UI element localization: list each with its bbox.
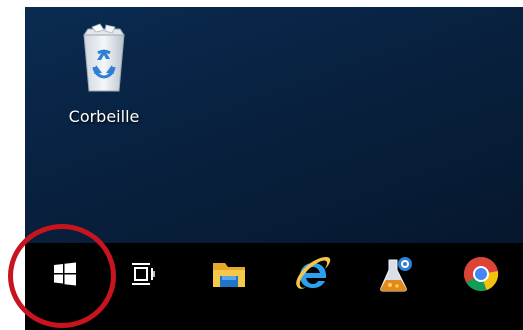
task-view-icon bbox=[132, 263, 155, 285]
internet-explorer-button[interactable] bbox=[283, 246, 343, 302]
desktop-icon-recycle-bin[interactable]: Corbeille bbox=[52, 21, 156, 141]
task-view-button[interactable] bbox=[113, 246, 173, 302]
desktop-icon-label: Corbeille bbox=[68, 107, 140, 126]
chrome-button[interactable] bbox=[451, 246, 511, 302]
start-button[interactable] bbox=[35, 246, 95, 302]
desktop: Corbeille bbox=[25, 7, 523, 243]
lab-app-button[interactable] bbox=[367, 246, 427, 302]
chrome-icon bbox=[464, 256, 499, 292]
lab-flask-icon bbox=[380, 257, 412, 292]
taskbar bbox=[25, 243, 523, 330]
windows-logo-icon bbox=[54, 262, 76, 286]
internet-explorer-icon bbox=[296, 257, 331, 289]
recycle-bin-icon bbox=[83, 23, 125, 92]
screenshot-frame: Corbeille bbox=[25, 7, 523, 330]
file-explorer-button[interactable] bbox=[199, 246, 259, 302]
file-explorer-icon bbox=[213, 263, 245, 287]
